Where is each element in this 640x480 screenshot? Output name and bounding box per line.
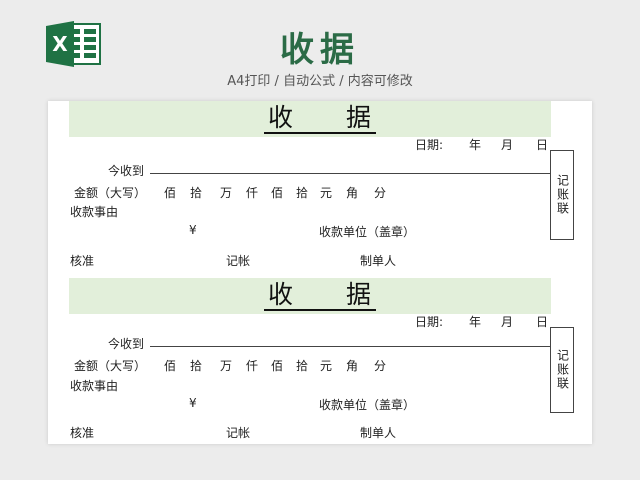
currency-symbol: ¥ — [189, 223, 197, 237]
year-label: 年 — [469, 315, 482, 329]
unit-label: 佰 — [271, 359, 284, 373]
ledger-copy-box: 记账联 — [550, 327, 574, 413]
date-label: 日期: — [415, 315, 444, 329]
unit-label: 万 — [220, 186, 233, 200]
day-label: 日 — [536, 138, 549, 152]
unit-label: 万 — [220, 359, 233, 373]
receipt-form: 收 据 日期: 年 月 日 今收到 金额（大写） 佰 拾 万 仟 佰 拾 元 角… — [48, 278, 592, 450]
date-label: 日期: — [415, 138, 444, 152]
unit-label: 分 — [374, 359, 387, 373]
approve-label: 核准 — [70, 254, 95, 268]
unit-label: 角 — [346, 186, 359, 200]
receipt-title: 收 据 — [48, 103, 592, 134]
ledger-copy-box: 记账联 — [550, 150, 574, 240]
amount-label: 金额（大写） — [74, 186, 147, 200]
unit-label: 仟 — [246, 359, 259, 373]
bookkeep-label: 记帐 — [226, 254, 251, 268]
currency-symbol: ¥ — [189, 396, 197, 410]
unit-label: 佰 — [164, 186, 177, 200]
unit-label: 拾 — [296, 359, 309, 373]
unit-label: 元 — [320, 186, 333, 200]
approve-label: 核准 — [70, 426, 95, 440]
unit-label: 元 — [320, 359, 333, 373]
unit-label: 分 — [374, 186, 387, 200]
unit-label: 佰 — [164, 359, 177, 373]
month-label: 月 — [501, 315, 514, 329]
page-subtitle: A4打印 / 自动公式 / 内容可修改 — [227, 74, 413, 89]
month-label: 月 — [501, 138, 514, 152]
payer-field[interactable] — [150, 346, 550, 347]
payee-label: 收款单位（盖章） — [319, 398, 416, 412]
bookkeep-label: 记帐 — [226, 426, 251, 440]
maker-label: 制单人 — [360, 426, 397, 440]
maker-label: 制单人 — [360, 254, 397, 268]
unit-label: 仟 — [246, 186, 259, 200]
unit-label: 拾 — [190, 359, 203, 373]
payer-field[interactable] — [150, 173, 550, 174]
receipt-title: 收 据 — [48, 280, 592, 311]
spreadsheet-sheet: 收 据 日期: 年 月 日 今收到 金额（大写） 佰 拾 万 仟 佰 拾 元 角… — [48, 101, 592, 444]
reason-label: 收款事由 — [70, 379, 119, 393]
payer-label: 今收到 — [108, 164, 145, 178]
year-label: 年 — [469, 138, 482, 152]
payer-label: 今收到 — [108, 337, 145, 351]
reason-label: 收款事由 — [70, 205, 119, 219]
unit-label: 佰 — [271, 186, 284, 200]
amount-label: 金额（大写） — [74, 359, 147, 373]
page-title: 收据 — [280, 30, 360, 70]
payee-label: 收款单位（盖章） — [319, 225, 416, 239]
unit-label: 拾 — [190, 186, 203, 200]
unit-label: 角 — [346, 359, 359, 373]
day-label: 日 — [536, 315, 549, 329]
unit-label: 拾 — [296, 186, 309, 200]
receipt-form: 收 据 日期: 年 月 日 今收到 金额（大写） 佰 拾 万 仟 佰 拾 元 角… — [48, 101, 592, 273]
